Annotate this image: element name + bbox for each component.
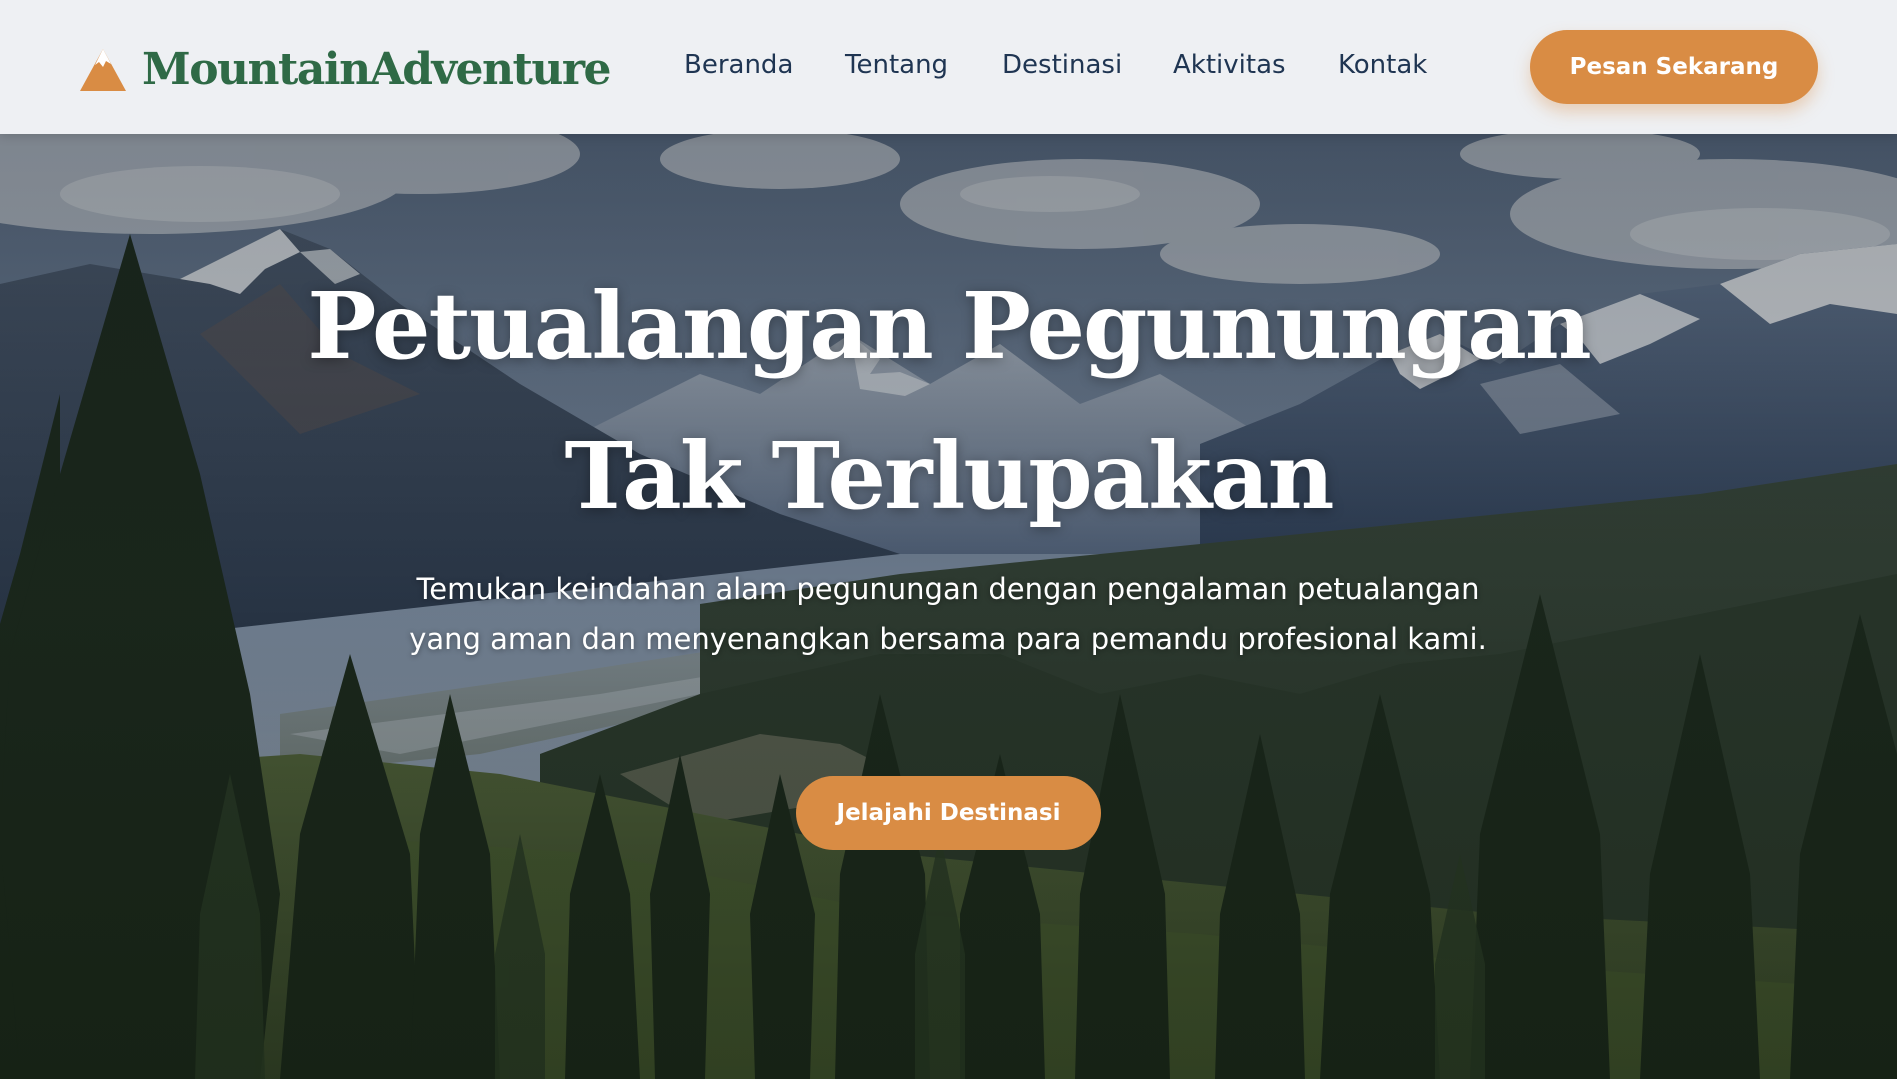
site-header: MountainAdventure Beranda Tentang Destin…: [0, 0, 1897, 134]
brand-logo[interactable]: MountainAdventure: [78, 44, 612, 95]
hero-title-line-2: Tak Terlupakan: [564, 422, 1335, 530]
nav-item-destinasi[interactable]: Destinasi: [1002, 50, 1127, 80]
hero-section: Petualangan Pegunungan Tak Terlupakan Te…: [0, 134, 1897, 1079]
book-now-button[interactable]: Pesan Sekarang: [1530, 30, 1818, 104]
main-nav: Beranda Tentang Destinasi Aktivitas Kont…: [684, 50, 1435, 80]
nav-item-tentang[interactable]: Tentang: [845, 50, 956, 80]
mountain-icon: [80, 48, 126, 91]
hero-title: Petualangan Pegunungan Tak Terlupakan: [300, 251, 1597, 551]
nav-item-aktivitas[interactable]: Aktivitas: [1173, 50, 1292, 80]
hero-subtitle: Temukan keindahan alam pegunungan dengan…: [409, 572, 1487, 656]
explore-destinations-button[interactable]: Jelajahi Destinasi: [796, 776, 1101, 850]
hero-title-line-1: Petualangan Pegunungan: [307, 272, 1591, 380]
brand-name: MountainAdventure: [142, 44, 612, 95]
nav-item-kontak[interactable]: Kontak: [1338, 50, 1435, 80]
nav-item-beranda[interactable]: Beranda: [684, 50, 799, 80]
